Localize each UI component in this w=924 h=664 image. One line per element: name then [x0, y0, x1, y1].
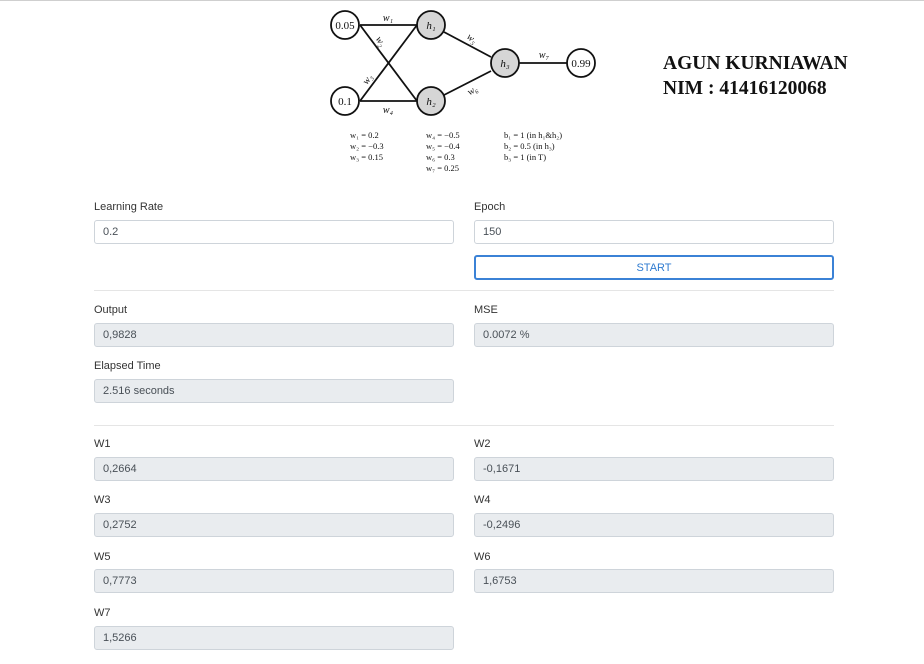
weight-init-w6: w₆ = 0.3 [426, 152, 455, 162]
hidden-node-h2-label: h₂ [426, 96, 436, 108]
w3-field: 0,2752 [94, 513, 454, 537]
author-block: AGUN KURNIAWAN NIM : 41416120068 [663, 51, 848, 101]
w5-label: W5 [94, 551, 111, 563]
elapsed-time-field: 2.516 seconds [94, 379, 454, 403]
mse-field: 0.0072 % [474, 323, 834, 347]
w5-field: 0,7773 [94, 569, 454, 593]
hidden-node-h1-label: h₁ [426, 20, 436, 32]
epoch-label: Epoch [474, 201, 506, 213]
w7-label: W7 [94, 607, 111, 619]
start-button[interactable]: START [474, 255, 834, 280]
bias-b2: b₂ = 0.5 (in h₃) [504, 141, 555, 151]
input-node-x2-label: 0.1 [338, 96, 352, 108]
author-name: AGUN KURNIAWAN [663, 53, 848, 74]
weight-init-w2: w₂ = −0.3 [350, 141, 384, 151]
edge-label-w1: w₁ [383, 13, 393, 24]
bias-b1: b₁ = 1 (in h₁&h₂) [504, 130, 562, 140]
output-label: Output [94, 304, 128, 316]
w2-label: W2 [474, 438, 491, 450]
neural-network-diagram: 0.05 0.1 h₁ h₂ h₃ 0.99 w₁ w₂ w₃ w₄ w₅ w₆… [320, 5, 620, 181]
w4-field: -0,2496 [474, 513, 834, 537]
divider [94, 290, 834, 291]
edge-label-w4: w₄ [383, 105, 394, 116]
w7-field: 1,5266 [94, 626, 454, 650]
w4-label: W4 [474, 494, 491, 506]
bias-b3: b₃ = 1 (in T) [504, 152, 546, 162]
edge-label-w6: w₆ [466, 83, 481, 98]
edge-label-w2: w₂ [373, 35, 388, 50]
input-node-x1-label: 0.05 [335, 20, 355, 32]
edge-label-w7: w₇ [539, 50, 550, 61]
w1-label: W1 [94, 438, 111, 450]
w6-field: 1,6753 [474, 569, 834, 593]
mse-label: MSE [474, 304, 498, 316]
elapsed-time-label: Elapsed Time [94, 360, 161, 372]
output-field: 0,9828 [94, 323, 454, 347]
hidden-node-h3-label: h₃ [500, 58, 510, 70]
divider [94, 425, 834, 426]
weight-init-w3: w₃ = 0.15 [350, 152, 383, 162]
learning-rate-label: Learning Rate [94, 201, 164, 213]
w1-field: 0,2664 [94, 457, 454, 481]
weight-init-w1: w₁ = 0.2 [350, 130, 379, 140]
w6-label: W6 [474, 551, 491, 563]
w2-field: -0,1671 [474, 457, 834, 481]
weight-init-w7: w₇ = 0.25 [426, 163, 459, 173]
weight-init-w4: w₄ = −0.5 [426, 130, 460, 140]
learning-rate-input[interactable] [94, 220, 454, 244]
epoch-input[interactable] [474, 220, 834, 244]
w3-label: W3 [94, 494, 111, 506]
target-node-label: 0.99 [571, 58, 591, 70]
weight-init-w5: w₅ = −0.4 [426, 141, 460, 151]
author-nim: NIM : 41416120068 [663, 78, 827, 99]
